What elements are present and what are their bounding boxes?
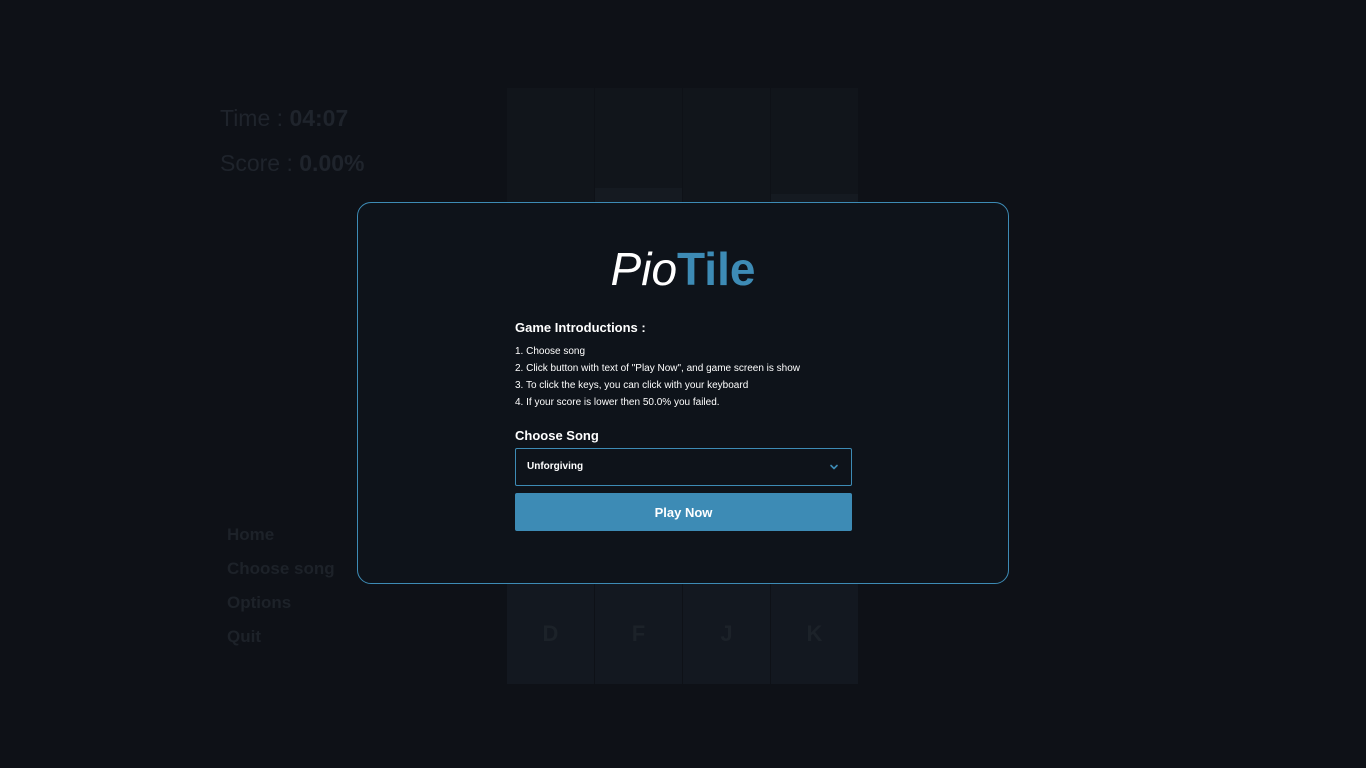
score-display: Score : 0.00% <box>220 149 364 177</box>
time-display: Time : 04:07 <box>220 104 348 132</box>
menu-item-home: Home <box>227 525 275 544</box>
time-value: 04:07 <box>289 105 349 131</box>
song-select[interactable]: Unforgiving <box>515 448 852 486</box>
logo-text-tile: Tile <box>677 243 756 295</box>
game-introductions: Game Introductions : 1. Choose song 2. C… <box>515 319 855 411</box>
intro-step: 4. If your score is lower then 50.0% you… <box>515 397 720 408</box>
intro-step: 2. Click button with text of "Play Now",… <box>515 363 801 374</box>
menu-item-options: Options <box>227 593 292 612</box>
menu-item-choose-song: Choose song <box>227 559 335 578</box>
score-label: Score : <box>220 150 300 176</box>
start-modal: PioTile Game Introductions : 1. Choose s… <box>357 202 1009 584</box>
key-j: J <box>683 584 770 684</box>
key-f: F <box>595 584 682 684</box>
intro-steps: 1. Choose song 2. Click button with text… <box>515 343 855 411</box>
play-now-button[interactable]: Play Now <box>515 493 852 531</box>
menu-item-quit: Quit <box>227 627 261 646</box>
selected-song: Unforgiving <box>527 461 584 472</box>
app-logo: PioTile <box>358 243 1008 295</box>
game-screen: Time : 04:07 Score : 0.00% D F J K Home … <box>0 0 1366 768</box>
key-k: K <box>771 584 858 684</box>
chevron-down-icon <box>830 464 838 470</box>
logo-text-pio: Pio <box>610 243 678 295</box>
intro-title: Game Introductions : <box>515 320 646 335</box>
choose-song-label: Choose Song <box>515 428 599 443</box>
intro-step: 1. Choose song <box>515 346 586 357</box>
key-d: D <box>507 584 594 684</box>
side-menu: Home Choose song Options Quit <box>227 522 335 658</box>
score-value: 0.00% <box>299 150 365 176</box>
time-label: Time : <box>220 105 290 131</box>
intro-step: 3. To click the keys, you can click with… <box>515 380 749 391</box>
